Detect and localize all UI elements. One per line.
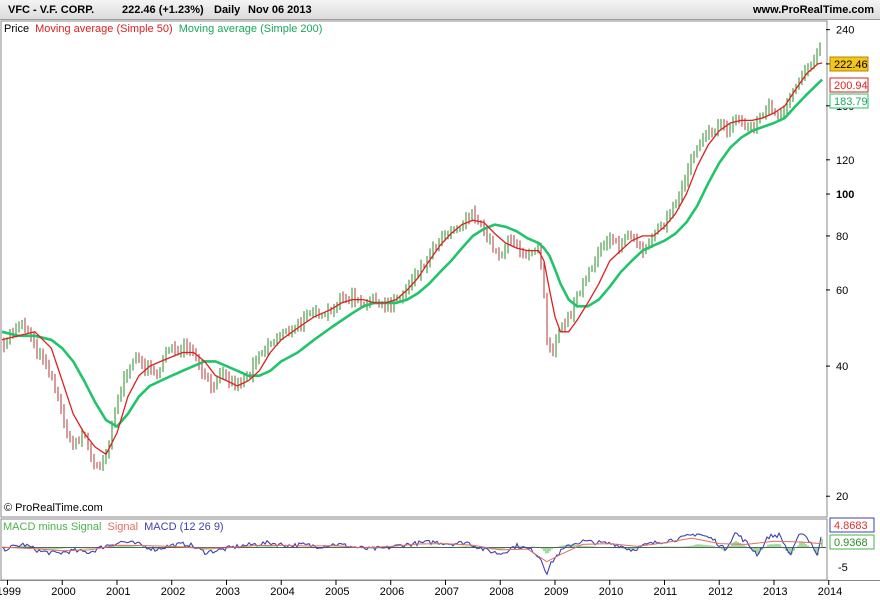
last-price-label: 222.46 (834, 59, 868, 71)
copyright-label: © ProRealTime.com (4, 502, 103, 514)
symbol-title: VFC - V.F. CORP. (8, 4, 95, 16)
chart-header: VFC - V.F. CORP. 222.46 (+1.23%) Daily N… (0, 0, 880, 20)
x-tick-label: 2011 (653, 586, 677, 598)
y-tick-label: 40 (836, 361, 848, 373)
x-tick-label: 1999 (0, 586, 21, 598)
date-label: Nov 06 2013 (248, 4, 312, 16)
x-tick-label: 2002 (161, 586, 185, 598)
x-tick-label: 2005 (325, 586, 349, 598)
y-tick-label: 20 (836, 491, 848, 503)
site-label: www.ProRealTime.com (752, 4, 874, 16)
y-tick-label: 80 (836, 231, 848, 243)
x-tick-label: 2012 (708, 586, 732, 598)
price-panel (0, 20, 828, 518)
y-tick-label: 60 (836, 285, 848, 297)
x-tick-label: 2004 (270, 586, 294, 598)
legend-macd-hist: MACD minus Signal (3, 521, 101, 533)
y-tick-label: 120 (836, 155, 854, 167)
x-tick-label: 2007 (434, 586, 458, 598)
x-tick-label: 2013 (763, 586, 787, 598)
last-quote: 222.46 (+1.23%) (122, 4, 204, 16)
last-macd-label: 4.8683 (834, 520, 868, 532)
legend-ma50: Moving average (Simple 50) (35, 23, 173, 35)
x-tick-label: 2000 (51, 586, 75, 598)
svg-text:Price Moving average (Simp: Price Moving average (Simple 50) Moving … (4, 23, 322, 35)
x-tick-label: 2008 (489, 586, 513, 598)
x-tick-label: 2010 (599, 586, 623, 598)
x-tick-label: 2006 (380, 586, 404, 598)
legend-price: Price (4, 23, 29, 35)
last-ma200-label: 183.79 (834, 96, 868, 108)
x-tick-label: 2001 (106, 586, 130, 598)
legend-ma200: Moving average (Simple 200) (179, 23, 323, 35)
x-tick-label: 2014 (818, 586, 842, 598)
legend-signal: Signal (107, 521, 138, 533)
x-tick-label: 2009 (544, 586, 568, 598)
svg-text:MACD minus Signal Signal: MACD minus Signal Signal MACD (12 26 9) (3, 521, 224, 533)
y-tick-label: 240 (836, 25, 854, 37)
legend-macd: MACD (12 26 9) (144, 521, 223, 533)
price-chart[interactable]: Price Moving average (Simple 50) Moving … (0, 20, 880, 600)
macd-y-tick-label: -5 (838, 562, 848, 574)
last-ma50-label: 200.94 (834, 80, 868, 92)
last-signal-label: 0.9368 (834, 537, 868, 549)
x-tick-label: 2003 (215, 586, 239, 598)
period-label: Daily (214, 4, 241, 16)
y-tick-label: 100 (836, 189, 854, 201)
